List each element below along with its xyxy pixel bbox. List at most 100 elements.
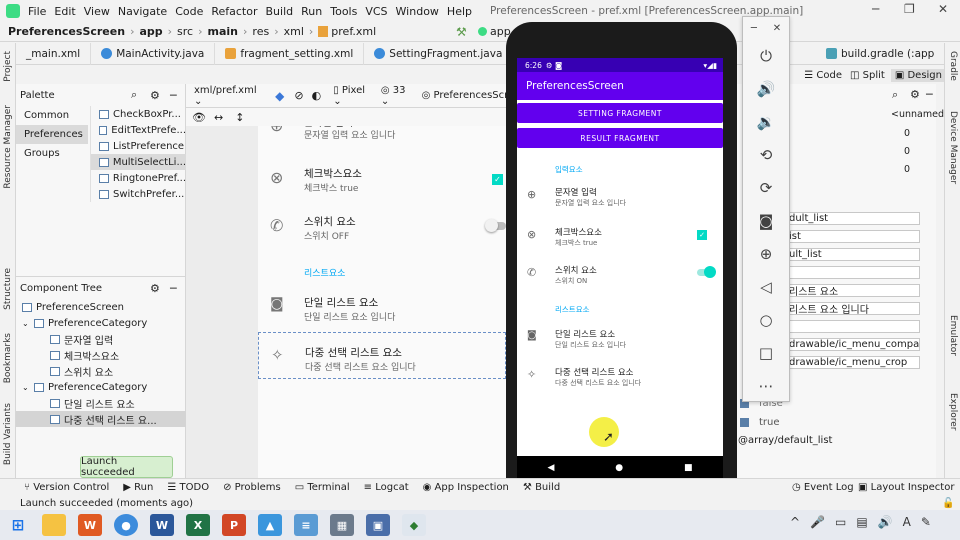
attr-field[interactable]: drawable/ic_menu_crop <box>786 356 920 369</box>
home-icon[interactable]: ○ <box>743 303 789 336</box>
tool-build[interactable]: ⚒ Build <box>523 482 560 493</box>
tool-layout-inspector[interactable]: ▣ Layout Inspector <box>858 482 954 493</box>
tree-node[interactable]: 다중 선택 리스트 요... <box>16 411 186 427</box>
strip-project[interactable]: Project <box>3 51 13 82</box>
bool-option-true[interactable]: true <box>740 417 780 428</box>
overview-icon[interactable]: □ <box>743 336 789 369</box>
notification-icon[interactable]: ✎ <box>921 515 931 529</box>
menu-vcs[interactable]: VCS <box>365 5 387 18</box>
breadcrumb-app[interactable]: app <box>139 25 162 38</box>
pref-item-checkbox[interactable]: ⊗ 체크박스요소 체크박스 true ✓ <box>517 222 723 250</box>
tab-build-gradle[interactable]: build.gradle (:app <box>816 43 944 65</box>
menu-run[interactable]: Run <box>301 5 322 18</box>
screen-icon[interactable]: ▭ <box>835 515 846 529</box>
theme-selector[interactable]: ◎ PreferencesScreen <box>422 90 506 101</box>
word-icon[interactable]: W <box>150 514 174 536</box>
chevron-down-icon[interactable]: ⌄ <box>22 383 34 392</box>
pref-item-string[interactable]: ⊕ 문자열 입력 문자열 입력 요소 입니다 <box>517 182 723 210</box>
rotate-right-icon[interactable]: ⟳ <box>743 171 789 204</box>
hammer-icon[interactable]: ⚒ <box>456 25 467 39</box>
tool-version-control[interactable]: ⑂ Version Control <box>24 482 109 493</box>
emulator-screen[interactable]: 6:26 ⚙ ◙ ▾◢▮ PreferencesScreen SETTING F… <box>517 58 723 456</box>
menu-window[interactable]: Window <box>396 5 439 18</box>
zoom-icon[interactable]: ⊕ <box>743 237 789 270</box>
attr-field[interactable]: ist <box>786 230 920 243</box>
excel-icon[interactable]: X <box>186 514 210 536</box>
pref-item-list[interactable]: ◙ 단일 리스트 요소 단일 리스트 요소 입니다 <box>517 324 723 352</box>
attr-field[interactable]: drawable/ic_menu_compass <box>786 338 920 351</box>
strip-device-manager[interactable]: Device Manager <box>948 111 958 184</box>
file-selector[interactable]: xml/pref.xml ⌄ <box>194 85 265 107</box>
palette-category-preferences[interactable]: Preferences <box>16 125 88 144</box>
menu-navigate[interactable]: Navigate <box>118 5 167 18</box>
menu-refactor[interactable]: Refactor <box>211 5 257 18</box>
attr-field[interactable]: dult_list <box>786 212 920 225</box>
photos-icon[interactable]: ▣ <box>366 514 390 536</box>
menu-help[interactable]: Help <box>447 5 472 18</box>
volume-icon[interactable]: 🔊 <box>878 515 893 529</box>
minimize-icon[interactable]: ─ <box>751 23 757 34</box>
gear-icon[interactable]: ⚙ <box>150 282 160 295</box>
menu-edit[interactable]: Edit <box>54 5 75 18</box>
chevron-up-icon[interactable]: ^ <box>790 515 800 529</box>
breadcrumb-main[interactable]: main <box>208 25 239 38</box>
breadcrumb-res[interactable]: res <box>252 25 269 38</box>
more-icon[interactable]: ⋯ <box>743 369 789 402</box>
resize-horizontal-icon[interactable]: ↔ <box>214 111 223 124</box>
app-icon[interactable]: W <box>78 514 102 536</box>
palette-item[interactable]: MultiSelectLi... <box>91 154 186 170</box>
palette-category-groups[interactable]: Groups <box>16 144 88 163</box>
attr-field[interactable] <box>786 320 920 333</box>
close-icon[interactable]: ✕ <box>938 2 948 16</box>
chevron-down-icon[interactable]: ⌄ <box>22 319 34 328</box>
breadcrumb-xml[interactable]: xml <box>284 25 304 38</box>
calculator-icon[interactable]: ▦ <box>330 514 354 536</box>
tree-node[interactable]: 문자열 입력 <box>16 331 186 347</box>
android-studio-icon[interactable]: ◆ <box>402 514 426 536</box>
strip-emulator[interactable]: Emulator <box>948 315 958 356</box>
tree-node[interactable]: ⌄ PreferenceCategory <box>16 379 186 395</box>
breadcrumb-src[interactable]: src <box>177 25 193 38</box>
strip-gradle[interactable]: Gradle <box>948 51 958 81</box>
tree-node[interactable]: 단일 리스트 요소 <box>16 395 186 411</box>
result-fragment-button[interactable]: RESULT FRAGMENT <box>517 128 723 148</box>
volume-down-icon[interactable]: 🔉 <box>743 105 789 138</box>
switch-off[interactable] <box>485 219 506 232</box>
api-selector[interactable]: ◎ 33 ⌄ <box>381 85 416 107</box>
attr-field[interactable]: 리스트 요소 <box>786 284 920 297</box>
entries-field[interactable]: @array/default_list <box>736 434 920 447</box>
design-canvas[interactable]: 문자열 입력 문자열 입력 요소 입니다 ⊕ ⊗ 체크박스요소 체크박스 tru… <box>186 108 506 478</box>
breadcrumb-project[interactable]: PreferencesScreen <box>8 25 125 38</box>
restore-icon[interactable]: ❐ <box>904 2 915 16</box>
checkbox-checked[interactable]: ✓ <box>697 230 707 240</box>
tree-node[interactable]: 스위치 요소 <box>16 363 186 379</box>
layers-icon[interactable]: ◆ <box>275 89 284 103</box>
tab-mainactivity[interactable]: MainActivity.java <box>91 42 216 65</box>
palette-category-common[interactable]: Common <box>16 106 88 125</box>
palette-item[interactable]: EditTextPrefe... <box>91 122 186 138</box>
hide-icon[interactable]: ─ <box>926 88 933 101</box>
strip-bookmarks[interactable]: Bookmarks <box>3 333 13 383</box>
file-explorer-icon[interactable] <box>42 514 66 536</box>
volume-up-icon[interactable]: 🔊 <box>743 72 789 105</box>
back-icon[interactable]: ◀ <box>547 463 554 473</box>
palette-item[interactable]: CheckBoxPr... <box>91 106 186 122</box>
view-mode-split[interactable]: ◫ Split <box>850 70 885 81</box>
palette-item[interactable]: SwitchPrefer... <box>91 186 186 202</box>
hide-icon[interactable]: ─ <box>170 89 177 102</box>
palette-item[interactable]: ListPreference <box>91 138 186 154</box>
network-icon[interactable]: ▤ <box>856 515 867 529</box>
paint-icon[interactable]: ▲ <box>258 514 282 536</box>
breadcrumb-file[interactable]: pref.xml <box>331 25 376 38</box>
menu-build[interactable]: Build <box>266 5 294 18</box>
ime-icon[interactable]: A <box>903 515 911 529</box>
chrome-icon[interactable]: ● <box>114 514 138 536</box>
tool-todo[interactable]: ☰ TODO <box>167 482 209 493</box>
attr-field[interactable] <box>786 266 920 279</box>
setting-fragment-button[interactable]: SETTING FRAGMENT <box>517 103 723 123</box>
powerpoint-icon[interactable]: P <box>222 514 246 536</box>
tab-main-xml[interactable]: _main.xml <box>16 42 92 65</box>
power-icon[interactable]: ⏻ <box>743 39 789 72</box>
recents-icon[interactable]: ■ <box>684 463 693 473</box>
hide-icon[interactable]: ─ <box>170 282 177 295</box>
